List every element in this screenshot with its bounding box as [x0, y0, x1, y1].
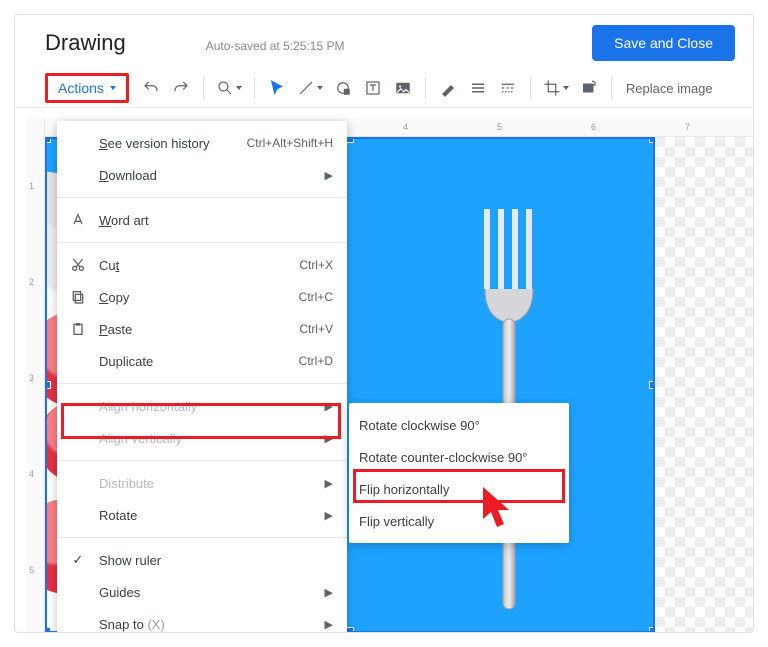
rotate-submenu: Rotate clockwise 90° Rotate counter-cloc…: [349, 403, 569, 543]
wordart-icon: [67, 212, 89, 228]
menu-word-art[interactable]: Word art: [57, 204, 347, 236]
resize-handle[interactable]: [346, 137, 354, 143]
menu-snap-to[interactable]: Snap to (X) ▶: [57, 608, 347, 633]
zoom-button[interactable]: [212, 74, 246, 102]
menu-distribute: Distribute ▶: [57, 467, 347, 499]
resize-handle[interactable]: [346, 627, 354, 633]
menu-align-horizontal: Align horizontally ▶: [57, 390, 347, 422]
submenu-arrow-icon: ▶: [325, 618, 333, 631]
resize-handle[interactable]: [45, 627, 51, 633]
resize-handle[interactable]: [45, 137, 51, 143]
menu-download[interactable]: Download ▶: [57, 159, 347, 191]
resize-handle[interactable]: [45, 381, 51, 389]
actions-menu-button[interactable]: Actions: [48, 76, 126, 100]
menu-show-ruler[interactable]: ✓ Show ruler: [57, 544, 347, 576]
menu-copy[interactable]: Copy Ctrl+C: [57, 281, 347, 313]
submenu-rotate-cw[interactable]: Rotate clockwise 90°: [349, 409, 569, 441]
submenu-flip-vertical[interactable]: Flip vertically: [349, 505, 569, 537]
border-color-button[interactable]: [434, 74, 462, 102]
save-and-close-button[interactable]: Save and Close: [592, 25, 735, 61]
paste-icon: [67, 321, 89, 337]
menu-guides[interactable]: Guides ▶: [57, 576, 347, 608]
vertical-ruler: 1 2 3 4 5: [27, 119, 45, 632]
menu-rotate[interactable]: Rotate ▶: [57, 499, 347, 531]
highlight-actions: Actions: [45, 73, 129, 103]
submenu-arrow-icon: ▶: [325, 586, 333, 599]
resize-handle[interactable]: [649, 137, 655, 143]
menu-duplicate[interactable]: Duplicate Ctrl+D: [57, 345, 347, 377]
menu-paste[interactable]: Paste Ctrl+V: [57, 313, 347, 345]
border-dash-button[interactable]: [494, 74, 522, 102]
shape-tool[interactable]: [329, 74, 357, 102]
redo-button[interactable]: [167, 74, 195, 102]
submenu-flip-horizontal[interactable]: Flip horizontally: [349, 473, 569, 505]
cut-icon: [67, 257, 89, 273]
reset-image-button[interactable]: [575, 74, 603, 102]
menu-align-vertical: Align vertically ▶: [57, 422, 347, 454]
resize-handle[interactable]: [649, 381, 655, 389]
crop-button[interactable]: [539, 74, 573, 102]
image-tool[interactable]: [389, 74, 417, 102]
page-title: Drawing: [45, 30, 126, 56]
header: Drawing Auto-saved at 5:25:15 PM Save an…: [15, 15, 753, 69]
submenu-arrow-icon: ▶: [325, 400, 333, 413]
submenu-arrow-icon: ▶: [325, 169, 333, 182]
undo-button[interactable]: [137, 74, 165, 102]
copy-icon: [67, 289, 89, 305]
textbox-tool[interactable]: [359, 74, 387, 102]
replace-image-button[interactable]: Replace image: [620, 81, 719, 96]
actions-menu: See version history Ctrl+Alt+Shift+H Dow…: [57, 121, 347, 633]
autosave-status: Auto-saved at 5:25:15 PM: [206, 39, 345, 53]
toolbar: Actions Replace image: [15, 69, 753, 108]
submenu-rotate-ccw[interactable]: Rotate counter-clockwise 90°: [349, 441, 569, 473]
border-weight-button[interactable]: [464, 74, 492, 102]
select-tool[interactable]: [263, 74, 291, 102]
annotation-cursor-icon: [477, 485, 525, 541]
submenu-arrow-icon: ▶: [325, 432, 333, 445]
drawing-dialog: Drawing Auto-saved at 5:25:15 PM Save an…: [14, 14, 754, 633]
submenu-arrow-icon: ▶: [325, 509, 333, 522]
menu-cut[interactable]: Cut Ctrl+X: [57, 249, 347, 281]
line-tool[interactable]: [293, 74, 327, 102]
check-icon: ✓: [67, 552, 89, 568]
menu-version-history[interactable]: See version history Ctrl+Alt+Shift+H: [57, 127, 347, 159]
resize-handle[interactable]: [649, 627, 655, 633]
submenu-arrow-icon: ▶: [325, 477, 333, 490]
